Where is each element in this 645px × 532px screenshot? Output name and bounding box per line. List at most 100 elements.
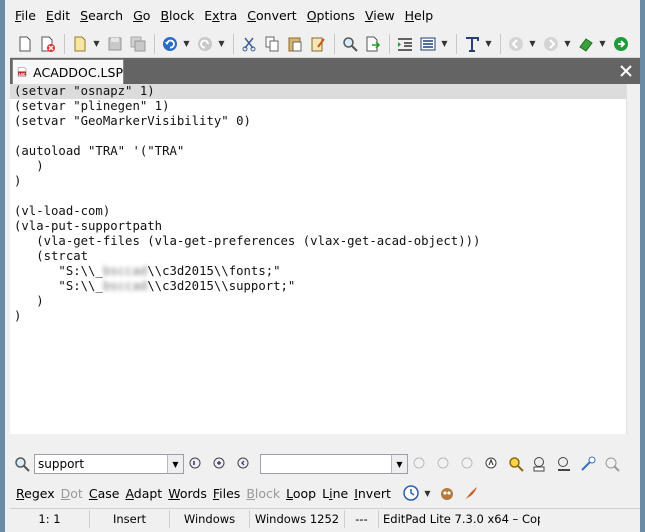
menu-label-accel: C: [247, 8, 256, 23]
menu-search[interactable]: Search: [75, 6, 128, 26]
replace-all-icon[interactable]: [480, 453, 504, 475]
menu-label-post: elp: [414, 8, 434, 23]
back-icon[interactable]: [505, 33, 527, 55]
redo-icon[interactable]: [194, 33, 216, 55]
new-file-icon[interactable]: [14, 33, 36, 55]
font-icon[interactable]: [461, 33, 483, 55]
find-in-files-icon[interactable]: [362, 33, 384, 55]
find-icon[interactable]: [339, 33, 361, 55]
paste-icon[interactable]: [284, 33, 306, 55]
menu-options[interactable]: Options: [302, 6, 360, 26]
forward-icon[interactable]: [540, 33, 562, 55]
text-editor[interactable]: (setvar "osnapz" 1) (setvar "plinegen" 1)…: [10, 84, 626, 434]
code-line: (setvar "GeoMarkerVisibility" 0): [14, 114, 251, 128]
menu-block[interactable]: Block: [155, 6, 199, 26]
close-icon[interactable]: [616, 61, 636, 81]
search-icon[interactable]: [10, 453, 34, 475]
menu-label-pre: E: [204, 8, 213, 23]
save-icon[interactable]: [104, 33, 126, 55]
find-first-icon[interactable]: [184, 453, 208, 475]
status-bar: 1: 1 Insert Windows Windows 1252 --- Edi…: [10, 508, 640, 528]
close-file-icon[interactable]: [37, 33, 59, 55]
code-line: (setvar "osnapz" 1): [10, 84, 626, 99]
option-label-accel: L: [286, 485, 293, 501]
main-toolbar: ▼ ▼ ▼ ▼ ▼ ▼ ▼ ▼: [10, 30, 640, 58]
clip-collection-icon[interactable]: [575, 33, 597, 55]
code-line: (vl-load-com): [14, 204, 111, 218]
menu-edit[interactable]: Edit: [41, 6, 75, 26]
forward-dropdown-icon[interactable]: ▼: [563, 33, 572, 55]
find-previous-icon[interactable]: [232, 453, 256, 475]
open-dropdown-icon[interactable]: ▼: [92, 33, 101, 55]
menu-help[interactable]: Help: [400, 6, 439, 26]
toolbar-separator: [64, 33, 65, 54]
menu-label-accel: V: [364, 8, 374, 23]
menu-convert[interactable]: Convert: [242, 6, 301, 26]
option-invert[interactable]: Invert: [354, 486, 391, 501]
file-tabbar: LSP ACADDOC.LSP: [10, 58, 640, 84]
save-all-icon[interactable]: [127, 33, 149, 55]
option-words[interactable]: Words: [168, 486, 207, 501]
option-block[interactable]: Block: [246, 486, 280, 501]
instant-search-icon[interactable]: [576, 453, 600, 475]
option-files[interactable]: Files: [213, 486, 240, 501]
menu-label-post: onvert: [256, 8, 297, 23]
clip-dropdown-icon[interactable]: ▼: [598, 33, 607, 55]
option-label-accel: C: [88, 485, 98, 501]
toolbar-separator: [334, 33, 335, 54]
status-line-break[interactable]: Windows: [170, 509, 250, 528]
search-query: support: [38, 457, 85, 471]
code-text: "S:\\_: [14, 279, 103, 293]
close-search-icon[interactable]: [600, 453, 624, 475]
search-history-dropdown-icon[interactable]: ▼: [167, 455, 183, 473]
indent-icon[interactable]: [394, 33, 416, 55]
upgrade-icon[interactable]: [610, 33, 632, 55]
menu-go[interactable]: Go: [128, 6, 155, 26]
find-next-icon[interactable]: [208, 453, 232, 475]
status-insert-mode[interactable]: Insert: [90, 509, 170, 528]
block-icon[interactable]: [417, 33, 439, 55]
menu-label-accel: H: [404, 8, 415, 23]
code-line: (autoload "TRA" '("TRA": [14, 144, 185, 158]
option-case[interactable]: Case: [89, 486, 120, 501]
undo-icon[interactable]: [159, 33, 181, 55]
open-file-icon[interactable]: [69, 33, 91, 55]
history-icon[interactable]: [399, 482, 423, 504]
menubar: File Edit Search Go Block Extra Convert Options…: [10, 6, 640, 26]
option-label-accel: A: [125, 485, 134, 501]
status-encoding[interactable]: Windows 1252: [250, 509, 345, 528]
menu-extra[interactable]: Extra: [199, 6, 242, 26]
fold-icon[interactable]: [528, 453, 552, 475]
clipboard-edit-icon[interactable]: [307, 33, 329, 55]
code-line: ): [14, 174, 22, 188]
redo-dropdown-icon[interactable]: ▼: [217, 33, 226, 55]
undo-dropdown-icon[interactable]: ▼: [182, 33, 191, 55]
history-dropdown-icon[interactable]: ▼: [423, 482, 432, 504]
quill-icon[interactable]: [459, 482, 483, 504]
count-matches-icon[interactable]: [552, 453, 576, 475]
vertical-scrollbar[interactable]: [626, 84, 640, 434]
replace-first-icon: [408, 453, 432, 475]
font-dropdown-icon[interactable]: ▼: [484, 33, 493, 55]
option-line[interactable]: Line: [322, 486, 348, 501]
owl-icon[interactable]: [435, 482, 459, 504]
option-adapt[interactable]: Adapt: [125, 486, 162, 501]
back-dropdown-icon[interactable]: ▼: [528, 33, 537, 55]
replace-input[interactable]: ▼: [260, 454, 408, 474]
block-dropdown-icon[interactable]: ▼: [440, 33, 449, 55]
menu-label-post: ile: [21, 8, 36, 23]
menu-label-accel: O: [306, 8, 317, 23]
menu-file[interactable]: File: [10, 6, 41, 26]
lsp-icon-text: LSP: [19, 72, 26, 76]
search-input[interactable]: support ▼: [34, 454, 184, 474]
tab-acaddoc[interactable]: LSP ACADDOC.LSP: [12, 59, 124, 84]
copy-icon[interactable]: [261, 33, 283, 55]
option-regex[interactable]: Regex: [16, 486, 55, 501]
menu-view[interactable]: View: [360, 6, 400, 26]
highlight-icon[interactable]: [504, 453, 528, 475]
replace-history-dropdown-icon[interactable]: ▼: [391, 455, 407, 473]
option-dot[interactable]: Dot: [61, 486, 83, 501]
cut-icon[interactable]: [238, 33, 260, 55]
code-line: (setvar "plinegen" 1): [14, 99, 170, 113]
option-loop[interactable]: Loop: [286, 486, 316, 501]
